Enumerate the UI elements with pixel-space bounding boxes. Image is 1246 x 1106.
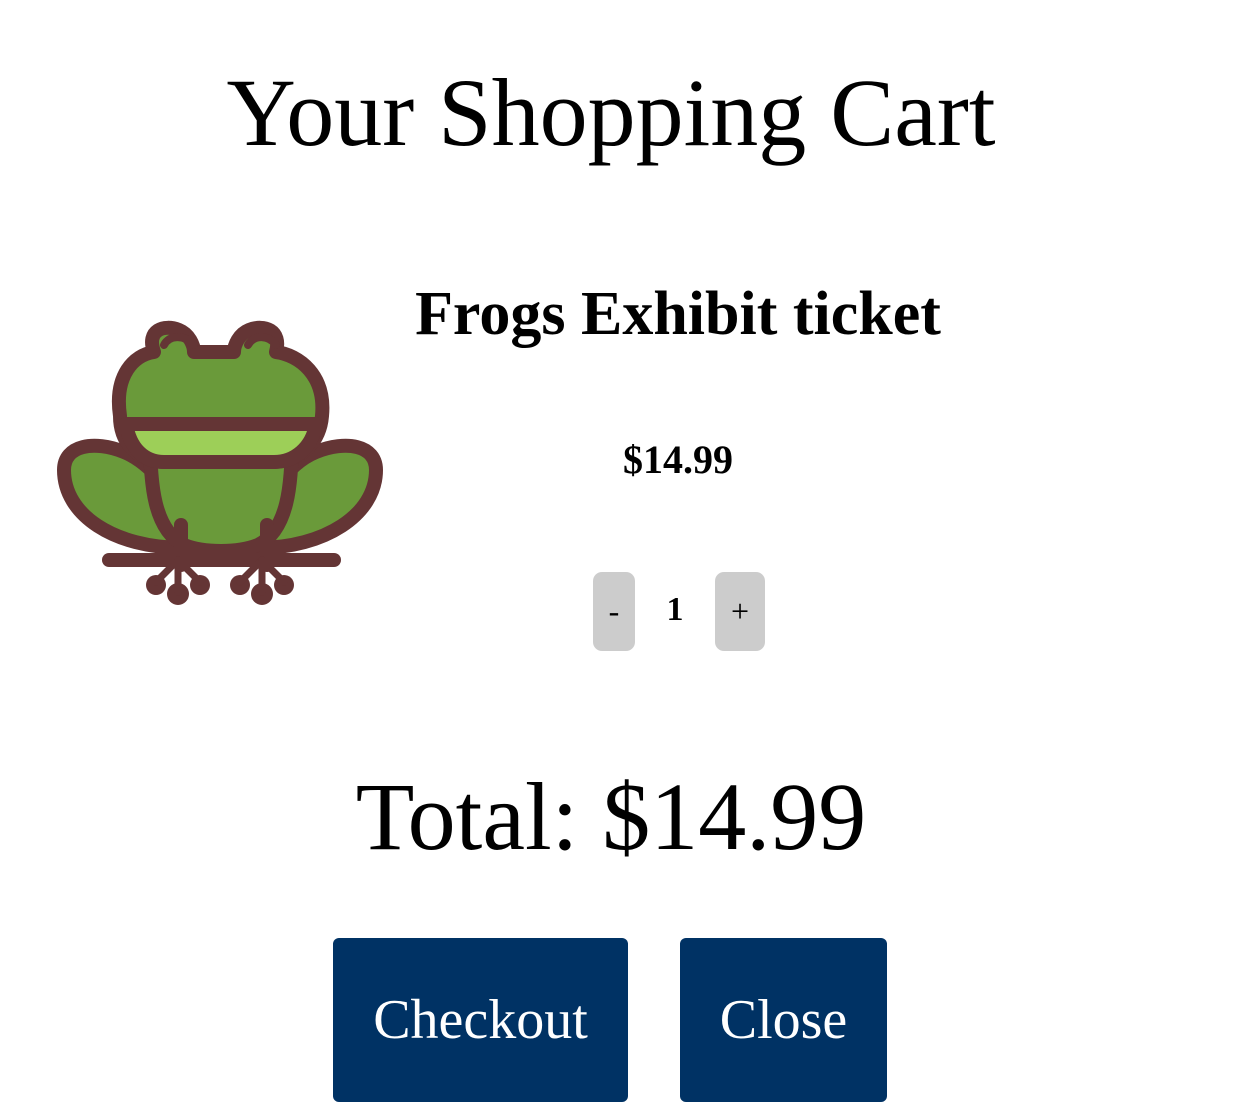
close-button[interactable]: Close: [680, 938, 887, 1102]
decrease-quantity-button[interactable]: -: [593, 572, 635, 651]
item-name: Frogs Exhibit ticket: [415, 280, 941, 348]
item-price: $14.99: [623, 437, 733, 482]
cart-title: Your Shopping Cart: [226, 59, 996, 166]
increase-quantity-button[interactable]: +: [715, 572, 765, 651]
cart-modal: Your Shopping Cart Frogs Exhibit ticket …: [0, 0, 1246, 1106]
quantity-value: 1: [666, 591, 684, 628]
frog-icon: [54, 320, 388, 610]
checkout-button[interactable]: Checkout: [333, 938, 628, 1102]
cart-total: Total: $14.99: [355, 763, 867, 870]
